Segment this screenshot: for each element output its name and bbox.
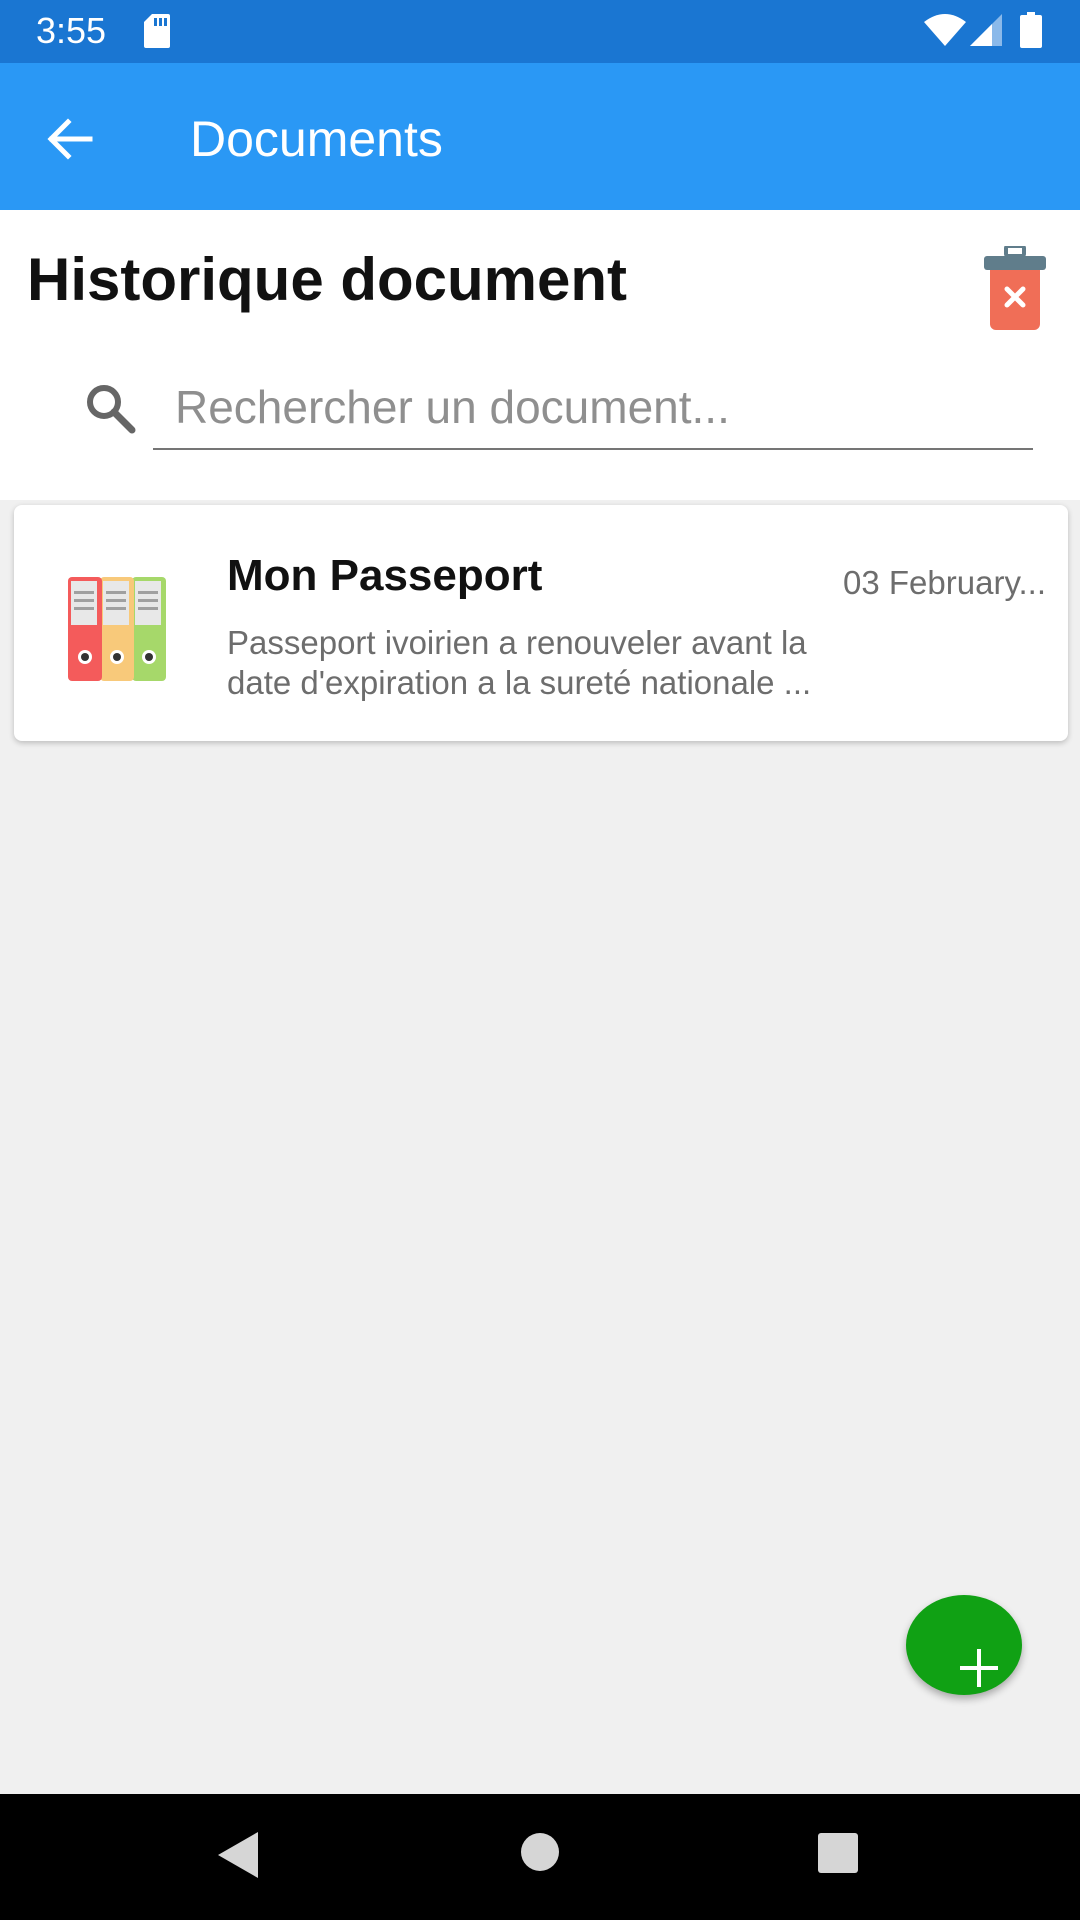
search-icon [87,385,136,434]
search-input[interactable] [153,366,1033,450]
wifi-icon [924,14,966,46]
battery-icon [1020,12,1042,48]
nav-home-icon[interactable] [521,1833,559,1871]
status-bar: 3:55 [0,0,1080,63]
header-panel: Historique document [0,210,1080,500]
sd-card-icon [144,14,170,48]
trash-delete-icon[interactable] [984,246,1046,330]
system-nav-bar [0,1794,1080,1920]
document-description: Passeport ivoirien a renouveler avant la… [227,624,812,701]
document-title: Mon Passeport [227,551,543,600]
document-date: 03 February... [843,564,1046,601]
back-arrow-icon[interactable] [40,109,100,169]
list-item[interactable]: Mon Passeport 03 February... Passeport i… [14,505,1068,741]
nav-back-icon[interactable] [216,1830,260,1880]
plus-icon [960,1649,998,1687]
app-bar: Documents [0,63,1080,210]
binders-icon [68,577,166,681]
app-title: Documents [190,111,443,167]
add-document-button[interactable] [906,1595,1022,1695]
nav-recents-icon[interactable] [818,1833,858,1873]
cell-signal-icon [970,14,1002,46]
status-time: 3:55 [36,10,107,51]
page-title: Historique document [27,246,628,313]
